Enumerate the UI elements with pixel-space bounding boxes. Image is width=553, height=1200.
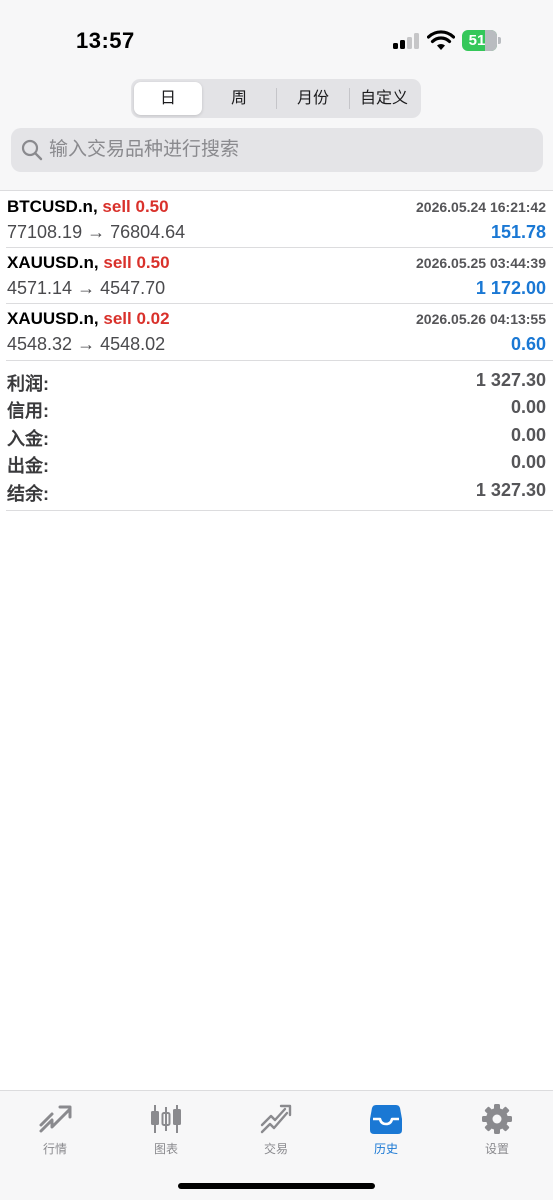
trade-symbol: XAUUSD.n, sell 0.02 [7,309,170,328]
trade-icon [260,1104,292,1134]
summary-value: 1 327.30 [475,370,546,390]
divider [6,360,553,361]
tab-label: 图表 [153,1142,178,1156]
summary-label: 结余: [7,484,49,504]
gear-icon [482,1104,512,1134]
summary-credit-row: 信用: 0.00 [0,397,553,424]
status-time: 13:57 [76,28,135,53]
wifi-icon [427,30,455,50]
tab-trade[interactable]: 交易 [236,1103,316,1163]
header-area: 13:57 51 日 周 月份 自定义 [0,0,553,191]
tab-charts[interactable]: 图表 [126,1103,206,1163]
summary-deposit-row: 入金: 0.00 [0,425,553,452]
search-icon [21,139,43,161]
trade-prices: 4548.32 → 4548.02 [7,334,166,354]
quotes-icon [39,1105,72,1133]
summary-value: 0.00 [510,452,546,472]
period-segmented-control: 日 周 月份 自定义 [131,79,421,118]
trade-row[interactable]: XAUUSD.n, sell 0.50 2026.05.25 03:44:39 … [0,248,553,304]
summary-value: 1 327.30 [475,480,546,500]
tab-custom[interactable]: 自定义 [350,82,418,115]
battery-icon: 51 [462,30,502,51]
tab-label: 历史 [373,1142,398,1156]
status-bar: 13:57 51 [0,0,553,80]
tab-history[interactable]: 历史 [346,1103,426,1163]
trade-profit: 151.78 [490,222,546,242]
summary-withdrawal-row: 出金: 0.00 [0,452,553,479]
trade-direction: sell 0.50 [102,197,169,216]
battery-level: 51 [468,32,486,49]
summary-label: 利润: [7,374,49,394]
tab-label: 行情 [42,1142,67,1156]
history-inbox-icon [370,1105,402,1134]
trade-time: 2026.05.26 04:13:55 [416,311,546,327]
summary-value: 0.00 [510,425,546,445]
tab-settings[interactable]: 设置 [457,1103,537,1163]
trade-symbol: BTCUSD.n, sell 0.50 [7,197,169,216]
tab-label: 设置 [484,1142,509,1156]
trade-profit: 0.60 [510,334,546,354]
tab-label: 交易 [263,1142,288,1156]
trade-prices: 77108.19 → 76804.64 [7,222,186,242]
summary-value: 0.00 [510,397,546,417]
search-bar[interactable] [11,128,543,172]
trade-direction: sell 0.02 [103,309,170,328]
summary-label: 入金: [7,429,49,449]
summary-profit-row: 利润: 1 327.30 [0,370,553,397]
trade-row[interactable]: XAUUSD.n, sell 0.02 2026.05.26 04:13:55 … [0,304,553,360]
summary-label: 出金: [7,456,49,476]
trade-row[interactable]: BTCUSD.n, sell 0.50 2026.05.24 16:21:42 … [0,192,553,248]
tab-month[interactable]: 月份 [277,82,349,115]
summary-balance-row: 结余: 1 327.30 [0,480,553,507]
trade-profit: 1 172.00 [475,278,546,298]
trade-direction: sell 0.50 [103,253,170,272]
trade-time: 2026.05.25 03:44:39 [416,255,546,271]
home-indicator [178,1183,375,1189]
tab-day[interactable]: 日 [134,82,202,115]
divider [6,510,553,511]
search-input[interactable] [49,128,529,172]
trade-prices: 4571.14 → 4547.70 [7,278,166,298]
cellular-signal-icon [393,33,419,49]
trade-symbol: XAUUSD.n, sell 0.50 [7,253,170,272]
chart-candles-icon [151,1105,181,1133]
tab-week[interactable]: 周 [204,82,274,115]
trade-time: 2026.05.24 16:21:42 [416,199,546,215]
tab-quotes[interactable]: 行情 [15,1103,95,1163]
summary-label: 信用: [7,401,49,421]
